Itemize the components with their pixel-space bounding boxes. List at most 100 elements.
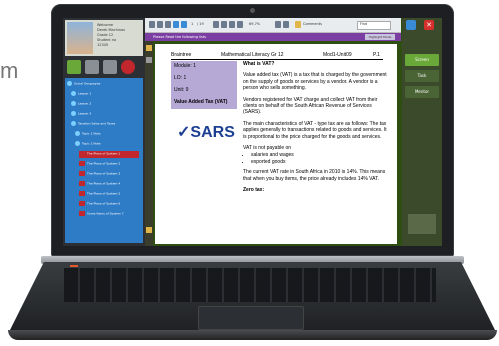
- notes-icon[interactable]: [103, 60, 117, 74]
- bullet-item: exported goods: [251, 159, 388, 165]
- find-input[interactable]: Find: [357, 21, 391, 30]
- attachment-icon[interactable]: [146, 57, 152, 63]
- folder-icon: [75, 141, 80, 146]
- topic-label: Value Added Tax (VAT): [174, 99, 228, 105]
- page-number-input[interactable]: 1: [191, 22, 193, 26]
- lo-label: LO: 1: [174, 75, 187, 81]
- check-logo-icon: ✓: [177, 124, 191, 141]
- doc-page: P.1: [373, 52, 380, 58]
- laptop-lid: Welcome Derek Machinos Grade 12 Student …: [51, 4, 454, 256]
- tree-item[interactable]: The Plans of System 6: [79, 201, 120, 208]
- folder-icon: [71, 121, 76, 126]
- doc-subject: Mathematical Literacy Gr 12: [221, 52, 284, 58]
- doc-para-4: VAT is not payable on: [243, 145, 292, 152]
- folder-icon: [75, 131, 80, 136]
- tree-item[interactable]: The Plans of System 5: [79, 191, 120, 198]
- sars-logo: ✓SARS: [177, 124, 235, 141]
- doc-para-2: Vendors registered for VAT charge and co…: [243, 96, 378, 116]
- arrow-down-icon[interactable]: [181, 21, 187, 28]
- trackpad: [198, 306, 304, 330]
- tree-item[interactable]: The Plans of System 4: [79, 181, 120, 188]
- document-body: What is VAT? Value added tax (VAT) is a …: [243, 61, 388, 199]
- user-student-no: 12345: [97, 43, 109, 47]
- arrow-up-icon[interactable]: [173, 21, 179, 28]
- print-icon[interactable]: [157, 21, 163, 28]
- tree-item[interactable]: The Plans of System 3: [79, 171, 120, 178]
- laptop-front-edge: [8, 330, 497, 340]
- tree-item[interactable]: Some Items of System 7: [79, 211, 124, 218]
- doc-para-5: The current VAT rate in South Africa in …: [243, 169, 386, 182]
- tree-item[interactable]: Social Geography: [67, 81, 100, 88]
- document-icon: [79, 161, 85, 166]
- folder-icon: [71, 101, 76, 106]
- doc-para-1: Value added tax (VAT) is a tax that is c…: [243, 72, 387, 92]
- document-icon: [79, 181, 85, 186]
- doc-para-6: Zero tax:: [243, 187, 265, 194]
- webcam: [250, 8, 255, 13]
- screen-button[interactable]: Screen: [405, 54, 439, 66]
- close-icon[interactable]: ✕: [424, 20, 434, 30]
- tree-item[interactable]: Lesson 3: [71, 111, 91, 118]
- email-icon[interactable]: [165, 21, 171, 28]
- document-icon: [79, 191, 85, 196]
- doc-heading: What is VAT?: [243, 61, 275, 67]
- note-bar: Please Read the following lists Highligh…: [145, 33, 401, 41]
- tree-item[interactable]: Taxation Sales and Taxes: [71, 121, 115, 128]
- document-icon: [79, 201, 85, 206]
- tree-item-selected[interactable]: The Plans of System 1: [79, 151, 139, 158]
- tree-item[interactable]: Lesson 2: [71, 101, 91, 108]
- avatar: [67, 22, 93, 54]
- tree-item[interactable]: The Plans of System 2: [79, 161, 120, 168]
- user-card: Welcome Derek Machinos Grade 12 Student …: [65, 20, 143, 56]
- unit-label: Unit: 9: [174, 87, 189, 93]
- sign-icon[interactable]: [283, 21, 289, 28]
- tree-item[interactable]: Topic 1 Note: [75, 131, 100, 138]
- help-icon[interactable]: [121, 60, 135, 74]
- building-logo-icon: [408, 214, 436, 234]
- module-label: Module: 1: [174, 63, 196, 69]
- document-page: Braintree Mathematical Literacy Gr 12 Mo…: [155, 44, 397, 244]
- book-icon[interactable]: [85, 60, 99, 74]
- fit-page-icon[interactable]: [275, 21, 281, 28]
- hand-icon[interactable]: [213, 21, 219, 28]
- document-icon: [79, 211, 85, 216]
- minimize-icon[interactable]: [406, 20, 416, 30]
- mentor-button[interactable]: Mentor: [405, 86, 439, 98]
- doc-bullets: salaries and wages exported goods: [251, 152, 388, 165]
- zoom-level[interactable]: 69.7%: [249, 22, 260, 26]
- edge-text: m: [0, 58, 19, 83]
- folder-icon: [71, 91, 76, 96]
- folder-icon: [71, 111, 76, 116]
- power-led: [70, 265, 78, 267]
- pages-icon[interactable]: [146, 45, 152, 51]
- header-divider: [171, 59, 383, 60]
- module-box: Module: 1 LO: 1 Unit: 9 Value Added Tax …: [171, 61, 237, 109]
- keyboard: [64, 268, 436, 302]
- select-icon[interactable]: [221, 21, 227, 28]
- save-icon[interactable]: [149, 21, 155, 28]
- note-text: Please Read the following lists: [153, 35, 207, 39]
- page-count: / 19: [197, 22, 204, 26]
- tree-item[interactable]: Topic 2 Note: [75, 141, 100, 148]
- doc-para-3: The main characteristics of VAT - type t…: [243, 120, 387, 140]
- left-icon-bar: [65, 58, 143, 76]
- zoom-out-icon[interactable]: [229, 21, 235, 28]
- left-panel: Welcome Derek Machinos Grade 12 Student …: [63, 18, 145, 246]
- task-button[interactable]: Task: [405, 70, 439, 82]
- zoom-in-icon[interactable]: [237, 21, 243, 28]
- tree-item[interactable]: Lesson 1: [71, 91, 91, 98]
- highlight-mode-button[interactable]: Highlight Mode: [365, 34, 395, 40]
- comment-icon[interactable]: [295, 21, 301, 28]
- viewer-toolbar: 1 / 19 69.7% Comments Find: [145, 18, 401, 33]
- doc-school: Braintree: [171, 52, 192, 58]
- home-icon[interactable]: [67, 60, 81, 74]
- right-panel: ✕ Screen Task Mentor: [402, 18, 442, 246]
- doc-module-code: Mod1-Unit09: [323, 52, 352, 58]
- pencil-icon[interactable]: [146, 227, 152, 233]
- user-info: Welcome Derek Machinos Grade 12 Student …: [97, 23, 125, 48]
- course-tree: Social Geography Lesson 1 Lesson 2 Lesso…: [65, 78, 143, 243]
- comments-menu[interactable]: Comments: [303, 22, 322, 26]
- folder-icon: [67, 81, 72, 86]
- document-icon: [79, 151, 85, 156]
- document-icon: [79, 171, 85, 176]
